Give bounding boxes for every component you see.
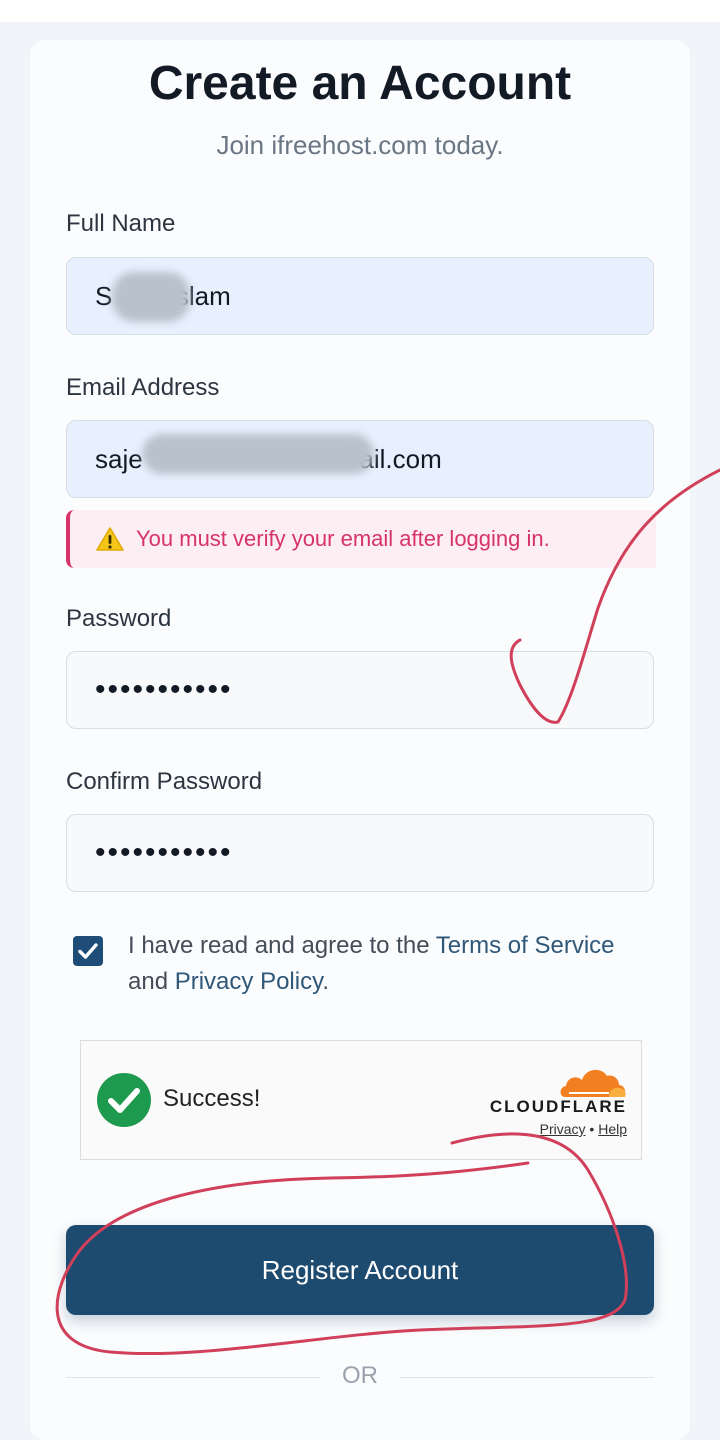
terms-agreement-text: I have read and agree to the Terms of Se… [128,928,648,1000]
cloudflare-links: Privacy • Help [540,1121,627,1137]
or-divider-label: OR [342,1362,378,1389]
cloudflare-turnstile-widget[interactable]: Success! CLOUDFLARE Privacy • Help [80,1040,642,1160]
page-title: Create an Account [148,57,572,110]
agree-prefix: I have read and agree to the [128,932,436,959]
confirm-password-input[interactable] [66,814,654,892]
top-bar [0,0,720,22]
page-subtitle: Join ifreehost.com today. [216,130,504,160]
agree-suffix: . [322,968,329,995]
password-label: Password [66,605,172,632]
agree-middle: and [128,968,175,995]
success-check-icon [97,1073,151,1127]
cloudflare-help-link[interactable]: Help [598,1121,627,1137]
email-label: Email Address [66,374,220,401]
cloudflare-cloud-icon [560,1069,626,1097]
captcha-status: Success! [163,1085,261,1112]
link-separator: • [589,1121,595,1137]
checkmark-icon [78,943,98,959]
redaction-blur [112,272,190,322]
full-name-label: Full Name [66,210,176,237]
privacy-policy-link[interactable]: Privacy Policy [175,968,323,995]
alert-text: You must verify your email after logging… [136,526,550,551]
terms-checkbox[interactable] [73,936,103,966]
terms-of-service-link[interactable]: Terms of Service [436,932,615,959]
confirm-password-label: Confirm Password [66,768,263,795]
cloudflare-wordmark: CLOUDFLARE [489,1097,627,1116]
password-input[interactable] [66,651,654,729]
warning-icon [96,527,124,551]
cloudflare-privacy-link[interactable]: Privacy [540,1121,586,1137]
email-verify-alert: You must verify your email after logging… [66,510,656,568]
register-account-button[interactable]: Register Account [66,1225,654,1315]
redaction-blur [142,434,374,474]
